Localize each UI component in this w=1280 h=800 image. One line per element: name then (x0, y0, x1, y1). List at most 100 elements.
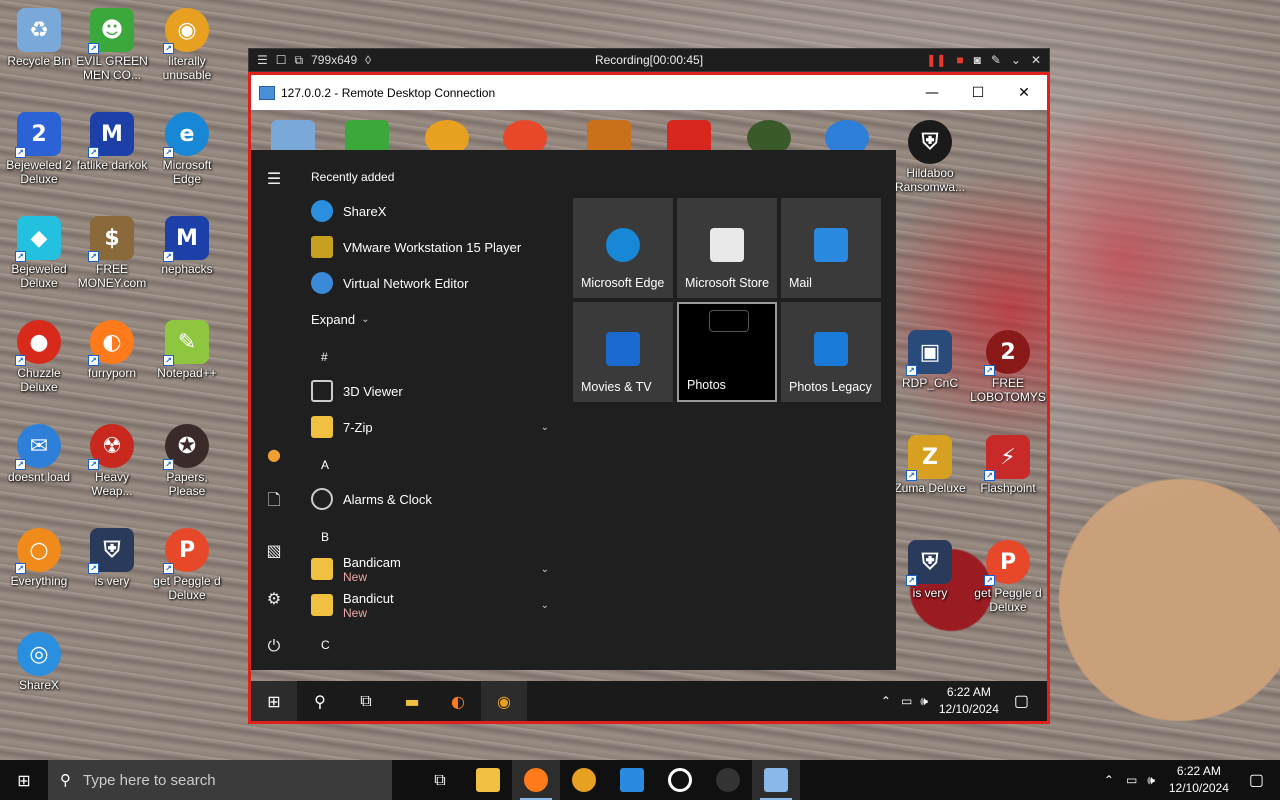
chevron-down-icon[interactable]: ⌄ (541, 422, 549, 433)
pen-icon[interactable]: ✎ (991, 53, 1001, 67)
region-select-icon[interactable]: ⧉ (295, 53, 304, 68)
expand-button[interactable]: Expand ⌄ (311, 302, 391, 336)
menu-icon[interactable]: ☰ (257, 53, 268, 67)
desktop-icon-bejeweled-2[interactable]: 2 ↗ Bejeweled 2 Deluxe (0, 112, 78, 186)
search-icon[interactable]: ⚲ (297, 681, 343, 721)
rdp-desktop-icon-peggle[interactable]: P ↗ get Peggle d Deluxe (969, 540, 1047, 614)
desktop-icon-heavy-weapon[interactable]: ☢ ↗ Heavy Weap... (73, 424, 151, 498)
desktop-icon-label: furryporn (87, 366, 137, 380)
taskbar-vm-app[interactable] (608, 760, 656, 800)
group-letter[interactable]: C (321, 638, 330, 652)
desktop-icon-notepad-plus[interactable]: ✎ ↗ Notepad++ (148, 320, 226, 380)
app-item-bandicam[interactable]: Bandicam New ⌄ (311, 550, 549, 588)
chevron-down-icon: ⌄ (361, 313, 370, 325)
group-letter[interactable]: B (321, 530, 329, 544)
desktop-icon-bejeweled-deluxe[interactable]: ◆ ↗ Bejeweled Deluxe (0, 216, 78, 290)
desktop-icon-sharex[interactable]: ◎ ShareX (0, 632, 78, 692)
desktop-icon-chuzzle[interactable]: ● ↗ Chuzzle Deluxe (0, 320, 78, 394)
desktop-icon-nephacks[interactable]: M ↗ nephacks (148, 216, 226, 276)
desktop-icon-label: Heavy Weap... (91, 470, 133, 498)
chevron-up-icon[interactable]: ⌃ (1104, 773, 1114, 787)
chevron-down-icon[interactable]: ⌄ (541, 564, 549, 575)
firefox-icon[interactable]: ◐ (435, 681, 481, 721)
windows-start-button[interactable]: ⊞ (251, 681, 297, 721)
pictures-icon[interactable]: ▧ (251, 530, 297, 570)
collapse-icon[interactable]: ⌄ (1011, 53, 1021, 67)
notification-icon[interactable]: ▢ (1249, 770, 1264, 790)
power-icon[interactable]: ⏻ (251, 626, 297, 666)
network-icon[interactable]: ▭ (1126, 773, 1137, 787)
desktop-icon-doesnt-load[interactable]: ✉ ↗ doesnt load (0, 424, 78, 484)
desktop-icon-firefox[interactable]: ◐ ↗ furryporn (73, 320, 151, 380)
app-item-7zip[interactable]: 7-Zip ⌄ (311, 410, 549, 444)
rdp-desktop-icon-rdp-cnc[interactable]: ▣ ↗ RDP_CnC (891, 330, 969, 390)
taskbar-file-explorer[interactable] (464, 760, 512, 800)
radiation-icon: ☢ ↗ (88, 424, 134, 470)
close-icon[interactable]: ✕ (1031, 53, 1041, 67)
desktop-icon-is-very[interactable]: ⛨ ↗ is very (73, 528, 151, 588)
taskbar-bandicam[interactable] (656, 760, 704, 800)
settings-icon[interactable]: ⚙ (251, 578, 297, 618)
search-box[interactable]: ⚲ Type here to search (48, 760, 392, 800)
desktop-icon-papers-please[interactable]: ✪ ↗ Papers, Please (148, 424, 226, 498)
tile-microsoft-edge[interactable]: Microsoft Edge (573, 198, 673, 298)
host-clock[interactable]: 6:22 AM 12/10/2024 (1161, 763, 1237, 797)
task-view-icon[interactable]: ⧉ (343, 681, 389, 721)
play-icon (606, 332, 640, 366)
group-letter[interactable]: A (321, 458, 329, 472)
network-icon[interactable]: ▭ (901, 694, 912, 708)
app-item-virtual-network-editor[interactable]: Virtual Network Editor (311, 266, 549, 300)
taskbar-terminal[interactable] (704, 760, 752, 800)
desktop-icon-everything[interactable]: ○ ↗ Everything (0, 528, 78, 588)
desktop-icon-recycle-bin[interactable]: ♻ Recycle Bin (0, 8, 78, 68)
app-item-sharex[interactable]: ShareX (311, 194, 549, 228)
taskbar-remote-desktop[interactable] (752, 760, 800, 800)
desktop-icon-evil-green-men[interactable]: ☻ ↗ EVIL GREEN MEN CO... (73, 8, 151, 82)
window-select-icon[interactable]: ☐ (276, 53, 287, 67)
windows-start-button[interactable]: ⊞ (0, 760, 48, 800)
user-avatar-icon[interactable]: ● (251, 434, 297, 474)
camera-icon[interactable]: ◙ (974, 53, 981, 67)
task-view-icon[interactable]: ⧉ (416, 760, 464, 800)
file-explorer-icon[interactable]: ▬ (389, 681, 435, 721)
hamburger-menu-icon[interactable]: ☰ (251, 158, 297, 198)
desktop-icon-microsoft-edge[interactable]: e ↗ Microsoft Edge (148, 112, 226, 186)
desktop-icon-literally-unusable[interactable]: ◉ ↗ literally unusable (148, 8, 226, 82)
volume-icon[interactable]: 🕪 (1147, 773, 1155, 788)
rdp-desktop-icon-hildaboo[interactable]: ⛨ Hildaboo Ransomwa... (891, 120, 969, 194)
group-letter[interactable]: # (321, 350, 328, 364)
tile-mail[interactable]: Mail (781, 198, 881, 298)
chrome-icon[interactable]: ◉ (481, 681, 527, 721)
minimize-button[interactable]: — (909, 75, 955, 110)
desktop-icon-peggle[interactable]: P ↗ get Peggle d Deluxe (148, 528, 226, 602)
tile-photos-legacy[interactable]: Photos Legacy (781, 302, 881, 402)
desktop-icon-free-money[interactable]: $ ↗ FREE MONEY.com (73, 216, 151, 290)
pause-icon[interactable]: ❚❚ (926, 53, 946, 67)
drop-icon[interactable]: ◊ (365, 53, 371, 67)
tile-photos[interactable]: Photos (677, 302, 777, 402)
desktop-icon-fatlike-darkok[interactable]: M ↗ fatlike darkok (73, 112, 151, 172)
rdp-desktop-icon-flashpoint[interactable]: ⚡ ↗ Flashpoint (969, 435, 1047, 495)
notification-icon[interactable]: ▢ (1014, 691, 1029, 711)
app-item-3d-viewer[interactable]: 3D Viewer (311, 374, 549, 408)
rdp-desktop-icon-free-lobotomys[interactable]: 2 ↗ FREE LOBOTOMYS (969, 330, 1047, 404)
tile-microsoft-store[interactable]: Microsoft Store (677, 198, 777, 298)
stop-icon[interactable]: ■ (956, 53, 963, 67)
rdp-desktop-icon-zuma[interactable]: Z ↗ Zuma Deluxe (891, 435, 969, 495)
tile-movies-tv[interactable]: Movies & TV (573, 302, 673, 402)
app-item-bandicut[interactable]: Bandicut New ⌄ (311, 586, 549, 624)
rdp-title-bar[interactable]: 127.0.0.2 - Remote Desktop Connection — … (251, 75, 1047, 110)
rdp-desktop-icon-is-very[interactable]: ⛨ ↗ is very (891, 540, 969, 600)
chevron-down-icon[interactable]: ⌄ (541, 600, 549, 611)
maximize-button[interactable]: ☐ (955, 75, 1001, 110)
rdp-clock[interactable]: 6:22 AM 12/10/2024 (934, 684, 1004, 718)
taskbar-chrome[interactable] (560, 760, 608, 800)
app-item-alarms-clock[interactable]: Alarms & Clock (311, 482, 549, 516)
documents-icon[interactable]: 🗋 (251, 482, 297, 522)
chevron-up-icon[interactable]: ⌃ (881, 694, 891, 708)
desktop-icon-label: Bejeweled 2 Deluxe (6, 158, 72, 186)
app-item-vmware[interactable]: VMware Workstation 15 Player (311, 230, 549, 264)
taskbar-firefox[interactable] (512, 760, 560, 800)
close-button[interactable]: ✕ (1001, 75, 1047, 110)
volume-icon[interactable]: 🕪 (920, 694, 928, 709)
